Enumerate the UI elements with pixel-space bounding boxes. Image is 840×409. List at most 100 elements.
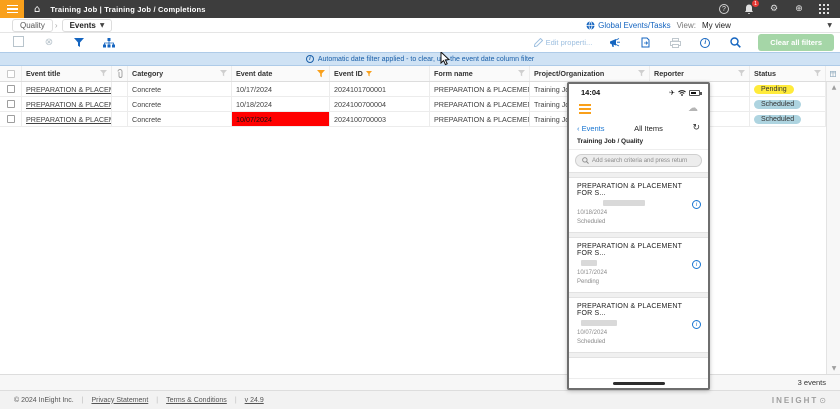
phone-event-date: 10/07/2024 — [577, 329, 686, 338]
phone-back-link[interactable]: ‹ Events — [577, 124, 605, 133]
notification-badge: 1 — [752, 0, 759, 7]
phone-event-date: 10/18/2024 — [577, 209, 686, 218]
cloud-sync-icon[interactable]: ☁ — [688, 103, 698, 114]
phone-event-item[interactable]: PREPARATION & PLACEMENT FOR S... 10/07/2… — [569, 298, 708, 352]
status-badge: Scheduled — [754, 100, 801, 109]
help-icon[interactable]: ? — [718, 3, 730, 15]
notifications-bell-icon[interactable]: 1 — [743, 3, 755, 15]
phone-event-item[interactable]: PREPARATION & PLACEMENT FOR S... 10/18/2… — [569, 178, 708, 232]
filter-icon[interactable] — [738, 70, 745, 77]
app-launcher-grid-icon[interactable] — [818, 3, 830, 15]
form-name-cell: PREPARATION & PLACEMENT FOR S... — [430, 82, 530, 96]
redacted-text — [581, 260, 597, 266]
divider — [569, 352, 708, 358]
select-all-checkbox[interactable] — [0, 66, 22, 81]
attachment-cell — [112, 97, 128, 111]
ineight-logo: INEIGHT⊙ — [772, 396, 840, 405]
breadcrumb-page-label: Events — [70, 21, 96, 30]
column-header-category[interactable]: Category — [128, 66, 232, 81]
account-globe-icon[interactable]: ⊕ — [793, 3, 805, 15]
info-icon[interactable]: i — [692, 260, 701, 269]
event-date-cell: 10/18/2024 — [232, 97, 330, 111]
top-app-bar: ⌂ Training Job | Training Job / Completi… — [0, 0, 840, 18]
filter-icon[interactable] — [814, 70, 821, 77]
phone-event-item[interactable]: PREPARATION & PLACEMENT FOR S... 10/17/2… — [569, 238, 708, 292]
sort-active-icon[interactable] — [366, 70, 372, 78]
column-header-event-title[interactable]: Event title — [22, 66, 112, 81]
column-header-reporter[interactable]: Reporter — [650, 66, 750, 81]
event-title-link[interactable]: PREPARATION & PLACEMENT FOR S... — [22, 112, 112, 126]
view-dropdown[interactable]: My view ▼ — [702, 21, 832, 30]
breadcrumb-page-dropdown[interactable]: Events ▼ — [62, 19, 113, 32]
breadcrumb-module[interactable]: Quality — [12, 19, 53, 32]
version-link[interactable]: v 24.9 — [245, 397, 264, 404]
events-table: Event title Category Event date Event ID… — [0, 66, 840, 127]
record-count-bar: 3 events — [0, 374, 840, 390]
event-id-cell: 2024101700001 — [330, 82, 430, 96]
settings-gear-icon[interactable]: ⚙ — [768, 3, 780, 15]
globe-icon — [586, 21, 595, 30]
phone-event-date: 10/17/2024 — [577, 269, 686, 278]
attachment-cell — [112, 112, 128, 126]
search-icon[interactable] — [728, 36, 742, 50]
info-icon[interactable]: i — [692, 320, 701, 329]
filter-icon[interactable] — [220, 70, 227, 77]
phone-event-title: PREPARATION & PLACEMENT FOR S... — [577, 303, 686, 317]
cancel-circle-icon[interactable]: ⊗ — [42, 36, 56, 50]
event-date-cell: 10/17/2024 — [232, 82, 330, 96]
phone-menu-icon[interactable] — [579, 104, 591, 114]
copy-icon[interactable] — [12, 36, 26, 50]
terms-conditions-link[interactable]: Terms & Conditions — [166, 397, 227, 404]
row-checkbox[interactable] — [0, 97, 22, 111]
category-cell: Concrete — [128, 82, 232, 96]
filter-icon[interactable] — [72, 36, 86, 50]
table-row[interactable]: PREPARATION & PLACEMENT FOR S... Concret… — [0, 82, 840, 97]
scroll-up-icon[interactable]: ▲ — [827, 84, 840, 91]
info-icon[interactable]: i — [698, 36, 712, 50]
table-header-row: Event title Category Event date Event ID… — [0, 66, 840, 82]
export-document-icon[interactable] — [638, 36, 652, 50]
print-icon[interactable] — [668, 36, 682, 50]
refresh-icon[interactable]: ↻ — [692, 123, 700, 133]
row-checkbox[interactable] — [0, 82, 22, 96]
grid-toolbar: ⊗ Edit properti... i Clear all filters — [0, 33, 840, 52]
column-chooser-icon[interactable] — [826, 66, 840, 81]
info-icon: i — [306, 55, 314, 63]
vertical-scrollbar[interactable]: ▲ ▼ — [826, 82, 840, 374]
event-title-link[interactable]: PREPARATION & PLACEMENT FOR S... — [22, 97, 112, 111]
filter-icon[interactable] — [518, 70, 525, 77]
clear-all-filters-button[interactable]: Clear all filters — [758, 34, 834, 51]
column-header-attachment[interactable] — [112, 66, 128, 81]
edit-properties-button[interactable]: Edit properti... — [534, 38, 593, 47]
mobile-device-preview: 14:04 ✈ ☁ ‹ Events All Items ↻ Training … — [567, 82, 710, 390]
announcement-megaphone-icon[interactable] — [608, 36, 622, 50]
column-header-form-name[interactable]: Form name — [430, 66, 530, 81]
org-hierarchy-icon[interactable] — [102, 36, 116, 50]
phone-page-title: All Items — [634, 124, 663, 133]
filter-active-icon[interactable] — [317, 70, 325, 78]
privacy-statement-link[interactable]: Privacy Statement — [91, 397, 148, 404]
main-menu-button[interactable] — [0, 0, 24, 18]
column-header-status[interactable]: Status — [750, 66, 826, 81]
category-cell: Concrete — [128, 97, 232, 111]
filter-icon[interactable] — [100, 70, 107, 77]
scroll-down-icon[interactable]: ▼ — [827, 365, 840, 372]
breadcrumb-separator: › — [55, 21, 58, 30]
column-header-event-date[interactable]: Event date — [232, 66, 330, 81]
table-row[interactable]: PREPARATION & PLACEMENT FOR S... Concret… — [0, 97, 840, 112]
column-header-project-organization[interactable]: Project/Organization — [530, 66, 650, 81]
phone-time: 14:04 — [581, 88, 600, 97]
global-events-tasks-link[interactable]: Global Events/Tasks — [586, 21, 670, 30]
home-indicator — [613, 382, 665, 385]
info-icon[interactable]: i — [692, 200, 701, 209]
event-title-link[interactable]: PREPARATION & PLACEMENT FOR S... — [22, 82, 112, 96]
filter-icon[interactable] — [638, 70, 645, 77]
form-name-cell: PREPARATION & PLACEMENT FOR S... — [430, 112, 530, 126]
phone-search-input[interactable]: Add search criteria and press return — [575, 154, 702, 167]
table-row[interactable]: PREPARATION & PLACEMENT FOR S... Concret… — [0, 112, 840, 127]
home-icon[interactable]: ⌂ — [34, 4, 40, 15]
status-cell: Scheduled — [750, 112, 826, 126]
column-header-event-id[interactable]: Event ID — [330, 66, 430, 81]
view-dropdown-value: My view — [702, 21, 731, 30]
row-checkbox[interactable] — [0, 112, 22, 126]
